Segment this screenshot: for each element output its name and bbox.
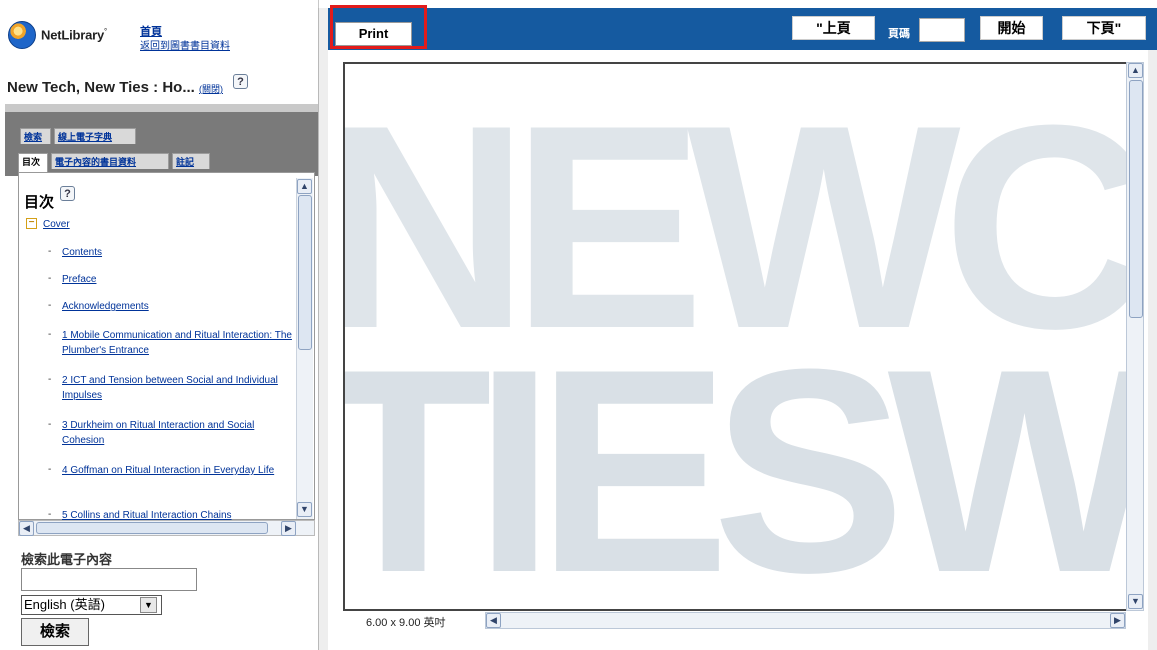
toc-link[interactable]: 4 Goffman on Ritual Interaction in Every… <box>62 465 274 476</box>
search-label: 檢索此電子內容 <box>21 552 113 567</box>
toc-link[interactable]: Cover <box>43 219 70 230</box>
prev-page-button[interactable]: "上頁 <box>792 16 875 40</box>
scroll-up-icon[interactable]: ▲ <box>1128 63 1143 78</box>
toc-item[interactable]: 5 Collins and Ritual Interaction Chains <box>62 508 292 520</box>
toc-link[interactable]: Preface <box>62 274 96 285</box>
toc-item-cover[interactable]: Cover <box>43 217 70 232</box>
tab-metadata[interactable]: 電子內容的書目資料 <box>51 153 169 169</box>
tab-search[interactable]: 檢索 <box>20 128 51 144</box>
help-icon[interactable]: ? <box>233 74 248 89</box>
scroll-down-icon[interactable]: ▼ <box>297 502 312 517</box>
toc-link[interactable]: Contents <box>62 247 102 258</box>
help-icon[interactable]: ? <box>60 186 75 201</box>
scroll-thumb[interactable] <box>36 522 268 534</box>
tab-dictionary[interactable]: 線上電子字典 <box>54 128 136 144</box>
toc-item[interactable]: 2 ICT and Tension between Social and Ind… <box>62 373 282 403</box>
bullet-dash: - <box>48 273 52 284</box>
divider <box>5 104 318 112</box>
cover-watermark-line2: TIESW <box>343 309 1130 611</box>
highlight-box <box>330 5 427 49</box>
bullet-dash: - <box>48 246 52 257</box>
panel-divider[interactable] <box>318 8 328 650</box>
bullet-dash: - <box>48 419 52 430</box>
toc-item[interactable]: 4 Goffman on Ritual Interaction in Every… <box>62 463 282 478</box>
next-page-button[interactable]: 下頁" <box>1062 16 1146 40</box>
page-number-input[interactable] <box>919 18 965 42</box>
toc-link[interactable]: 3 Durkheim on Ritual Interaction and Soc… <box>62 420 254 446</box>
globe-icon <box>8 21 36 49</box>
search-input[interactable] <box>21 568 197 591</box>
tab-toc[interactable]: 目次 <box>18 153 48 172</box>
toc-link[interactable]: 2 ICT and Tension between Social and Ind… <box>62 375 278 401</box>
bullet-dash: - <box>48 464 52 475</box>
search-button[interactable]: 檢索 <box>21 618 89 646</box>
bullet-dash: - <box>48 509 52 520</box>
page-label: 頁碼 <box>888 28 910 40</box>
frame-edge <box>1148 50 1157 650</box>
bullet-dash: - <box>48 374 52 385</box>
scroll-left-icon[interactable]: ◀ <box>486 613 501 628</box>
toc-link[interactable]: Acknowledgements <box>62 301 149 312</box>
book-page[interactable]: NEWCH TIESW <box>343 62 1130 611</box>
bullet-dash: - <box>48 300 52 311</box>
scroll-down-icon[interactable]: ▼ <box>1128 594 1143 609</box>
toc-item[interactable]: 1 Mobile Communication and Ritual Intera… <box>62 328 292 358</box>
scroll-left-icon[interactable]: ◀ <box>19 521 34 536</box>
toc-heading: 目次 <box>24 194 55 211</box>
toc-item[interactable]: Contents <box>62 245 292 260</box>
scroll-right-icon[interactable]: ▶ <box>281 521 296 536</box>
toc-item[interactable]: Preface <box>62 272 292 287</box>
close-link[interactable]: (關閉) <box>199 84 223 94</box>
viewer-horizontal-scrollbar[interactable] <box>485 612 1126 629</box>
book-title: New Tech, New Ties : Ho... (關閉) <box>7 79 223 96</box>
toc-item[interactable]: 3 Durkheim on Ritual Interaction and Soc… <box>62 418 282 448</box>
logo-text: NetLibrary° <box>41 27 108 43</box>
scroll-up-icon[interactable]: ▲ <box>297 179 312 194</box>
toc-link[interactable]: 5 Collins and Ritual Interaction Chains <box>62 510 232 520</box>
scroll-right-icon[interactable]: ▶ <box>1110 613 1125 628</box>
page-dimensions: 6.00 x 9.00 英吋 <box>366 617 446 629</box>
chevron-down-icon[interactable]: ▼ <box>140 597 157 613</box>
go-button[interactable]: 開始 <box>980 16 1043 40</box>
scroll-thumb[interactable] <box>298 195 312 350</box>
tab-notes[interactable]: 註記 <box>172 153 210 169</box>
collapse-icon[interactable]: − <box>26 218 37 229</box>
back-to-record-link[interactable]: 返回到圖書書目資料 <box>140 37 230 52</box>
bullet-dash: - <box>48 329 52 340</box>
toc-link[interactable]: 1 Mobile Communication and Ritual Intera… <box>62 330 292 356</box>
book-title-text: New Tech, New Ties : Ho... <box>7 79 195 96</box>
logo[interactable]: NetLibrary° <box>8 20 107 50</box>
toc-item[interactable]: Acknowledgements <box>62 299 292 314</box>
scroll-thumb[interactable] <box>1129 80 1143 318</box>
